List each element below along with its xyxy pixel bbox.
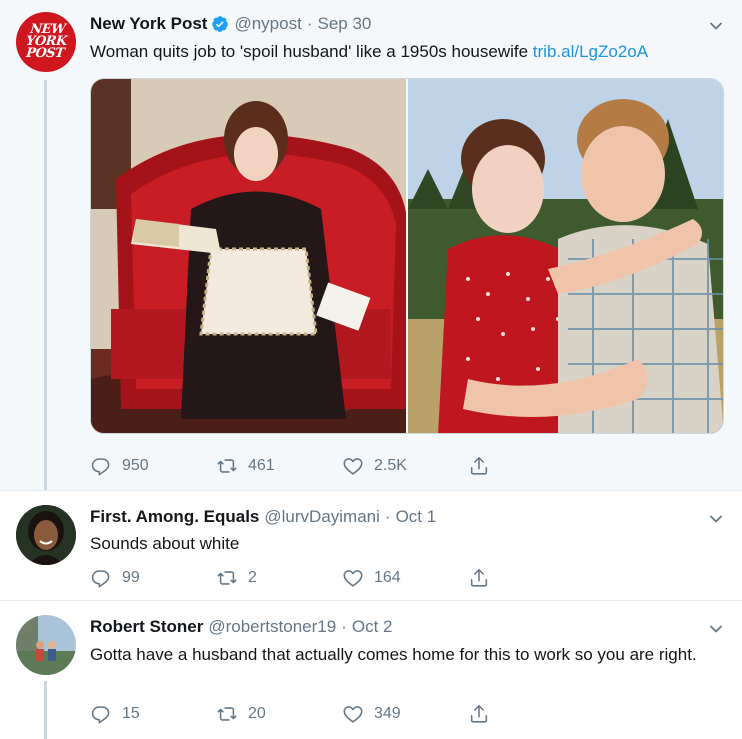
photo-woman-reading[interactable] (91, 79, 406, 433)
nypost-avatar[interactable]: NEW YORK POST (16, 12, 76, 72)
retweet-count: 2 (248, 569, 257, 586)
retweet-icon (217, 459, 237, 473)
tweet-text: Sounds about white (90, 534, 240, 553)
retweet-count: 20 (248, 705, 266, 722)
like-icon (343, 706, 363, 723)
tweet-actions: 99 2 164 (90, 567, 500, 589)
thread-line (44, 80, 47, 490)
like-count: 2.5K (374, 457, 407, 474)
main-tweet[interactable]: NEW YORK POST New York Post @nypost · Sep … (0, 0, 742, 490)
tweet-link[interactable]: trib.al/LgZo2oA (533, 42, 648, 61)
reply-header: Robert Stoner @robertstoner19 · Oct 2 (90, 617, 392, 637)
author-handle[interactable]: @nypost (234, 14, 301, 34)
reply-tweet[interactable]: First. Among. Equals @lurvDayimani · Oct… (0, 490, 742, 600)
like-icon (343, 570, 363, 587)
retweet-count: 461 (248, 457, 275, 474)
like-icon (343, 458, 363, 475)
share-button[interactable] (468, 703, 500, 725)
retweet-icon (217, 571, 237, 585)
reply-button[interactable]: 99 (90, 567, 216, 589)
photo-couple[interactable] (408, 79, 723, 433)
share-icon (470, 456, 488, 475)
chevron-down-icon[interactable] (708, 621, 724, 637)
tweet-date[interactable]: Oct 2 (352, 617, 393, 637)
thread-line (44, 681, 47, 739)
tweet-text-body: Woman quits job to 'spoil husband' like … (90, 42, 533, 61)
author-name[interactable]: Robert Stoner (90, 617, 203, 637)
share-button[interactable] (468, 567, 500, 589)
share-icon (470, 568, 488, 587)
reply-avatar[interactable] (16, 615, 76, 675)
author-handle[interactable]: @lurvDayimani (264, 507, 380, 527)
retweet-button[interactable]: 20 (216, 703, 342, 725)
tweet-text: Gotta have a husband that actually comes… (90, 645, 697, 664)
separator-dot: · (384, 507, 391, 526)
chevron-down-icon[interactable] (708, 18, 724, 34)
reply-count: 950 (122, 457, 149, 474)
tweet-actions: 950 461 2.5K (90, 455, 500, 477)
reply-tweet[interactable]: Robert Stoner @robertstoner19 · Oct 2 Go… (0, 600, 742, 739)
verified-badge-icon (212, 16, 229, 32)
like-count: 349 (374, 705, 401, 722)
like-button[interactable]: 2.5K (342, 455, 468, 477)
tweet-text: Woman quits job to 'spoil husband' like … (90, 39, 718, 65)
like-button[interactable]: 164 (342, 567, 468, 589)
tweet-date[interactable]: Sep 30 (318, 14, 372, 34)
tweet-date[interactable]: Oct 1 (396, 507, 437, 527)
reply-avatar[interactable] (16, 505, 76, 565)
retweet-button[interactable]: 2 (216, 567, 342, 589)
separator-dot: · (341, 617, 347, 636)
reply-icon (91, 458, 110, 476)
tweet-header: New York Post @nypost · Sep 30 (90, 14, 371, 34)
reply-button[interactable]: 950 (90, 455, 216, 477)
retweet-icon (217, 707, 237, 721)
author-handle[interactable]: @robertstoner19 (208, 617, 336, 637)
reply-icon (91, 706, 110, 724)
separator-dot: · (306, 14, 313, 33)
author-name[interactable]: First. Among. Equals (90, 507, 259, 527)
reply-button[interactable]: 15 (90, 703, 216, 725)
tweet-actions: 15 20 349 (90, 703, 500, 725)
nypost-logo-text: NEW YORK POST (24, 22, 68, 61)
like-button[interactable]: 349 (342, 703, 468, 725)
reply-icon (91, 570, 110, 588)
reply-count: 15 (122, 705, 140, 722)
retweet-button[interactable]: 461 (216, 455, 342, 477)
tweet-media[interactable] (90, 78, 724, 434)
reply-header: First. Among. Equals @lurvDayimani · Oct… (90, 507, 436, 527)
share-icon (470, 704, 488, 723)
author-name[interactable]: New York Post (90, 14, 207, 34)
share-button[interactable] (468, 455, 500, 477)
like-count: 164 (374, 569, 401, 586)
reply-count: 99 (122, 569, 140, 586)
chevron-down-icon[interactable] (708, 511, 724, 527)
